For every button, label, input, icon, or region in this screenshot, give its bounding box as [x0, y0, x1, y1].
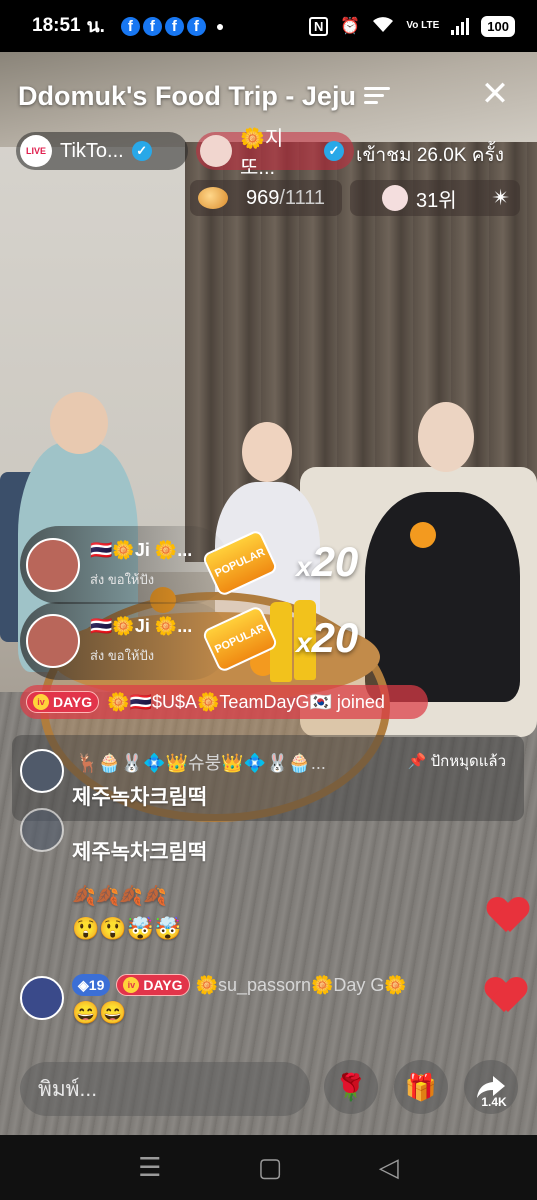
platform-chip-label: TikTo... [60, 139, 124, 162]
share-count: 1.4K [481, 1095, 507, 1109]
pin-icon: 📌 [407, 753, 427, 770]
ranking-avatar [382, 185, 408, 211]
recent-apps-icon[interactable]: ☰ [138, 1152, 161, 1183]
chat-message-text: 제주녹차크림떡 [72, 841, 208, 864]
planet-icon [198, 187, 228, 209]
chat-message-text: 🍂🍂🍂🍂 [72, 886, 167, 907]
facebook-icon: f [164, 16, 184, 36]
level-badge: ◈ 19 [72, 974, 111, 996]
live-header: Ddomuk's Food Trip - Jeju ✕ [18, 76, 518, 116]
rose-gift-button[interactable]: 🌹 [324, 1060, 378, 1114]
fan-club-icon: iv [33, 694, 49, 710]
gifter-avatar [26, 614, 80, 668]
avatar [20, 749, 64, 793]
chat-username: 🦌🧁🐰💠👑슈붕👑💠🐰🧁... [76, 753, 326, 773]
clock: 18:51 [32, 15, 81, 36]
rank-chip[interactable]: 969/1111 [190, 180, 342, 216]
chat-message-text: 제주녹차크림떡 [72, 786, 208, 809]
gift-caption: ส่ง ขอให้ปัง [90, 572, 155, 587]
avatar [20, 808, 64, 852]
orange-fruit [410, 522, 436, 548]
volte-icon: Vo LTE [406, 20, 440, 31]
clock-suffix: น. [86, 16, 105, 37]
gift-box-icon: 🎁 [404, 1071, 438, 1102]
signal-icon [451, 17, 470, 35]
gift-button[interactable]: 🎁 [394, 1060, 448, 1114]
like-heart-icon [488, 898, 528, 934]
host-name: 🌼지또... [240, 128, 284, 179]
chat-user-badges: ◈ 19 iv DAYG 🌼su_passorn🌼Day G🌼 [72, 974, 407, 996]
close-button[interactable]: ✕ [478, 77, 512, 112]
streamer-3-head [418, 402, 474, 472]
live-title[interactable]: Ddomuk's Food Trip - Jeju [18, 81, 356, 112]
like-heart-icon [486, 978, 526, 1014]
home-icon[interactable]: ▢ [258, 1152, 283, 1183]
streamer-2-head [242, 422, 292, 482]
fan-club-icon: iv [123, 977, 140, 993]
battery-icon: 100 [481, 15, 515, 37]
gifter-name: 🇹🇭🌼Ji 🌼... [90, 540, 193, 560]
rose-icon: 🌹 [334, 1071, 368, 1102]
alarm-icon: ⏰ [340, 18, 361, 35]
status-bar: 18:51 น. f f f f ● N ⏰ Vo LTE 100 [0, 0, 537, 52]
facebook-icon: f [142, 16, 162, 36]
ranking-chip[interactable]: 31위 ✴ [350, 180, 520, 216]
more-notifications-dot-icon: ● [215, 18, 225, 34]
streamer-1-head [50, 392, 108, 454]
system-navigation-bar: ☰ ▢ ◁ [0, 1135, 537, 1200]
platform-chip[interactable]: LIVE TikTo... ✓ [16, 132, 188, 170]
gift-combo-count: x20 [296, 538, 359, 585]
chat-username: 🌼su_passorn🌼Day G🌼 [195, 974, 407, 995]
chat-message-text: 😲😲🤯🤯 [72, 916, 182, 941]
fan-club-tag: iv DAYG [26, 691, 100, 713]
gifter-name: 🇹🇭🌼Ji 🌼... [90, 616, 193, 636]
nfc-icon: N [309, 16, 329, 36]
avatar [20, 976, 64, 1020]
verified-icon: ✓ [324, 141, 344, 161]
fan-club-tag: iv DAYG [116, 974, 190, 996]
gifter-avatar [26, 538, 80, 592]
host-avatar [200, 135, 232, 167]
gift-caption: ส่ง ขอให้ปัง [90, 648, 155, 663]
verified-icon: ✓ [131, 141, 152, 161]
gift-combo-count: x20 [296, 614, 359, 661]
back-icon[interactable]: ◁ [379, 1152, 399, 1183]
facebook-icon: f [120, 16, 140, 36]
chat-message-text: 😄😄 [72, 1000, 127, 1025]
facebook-icon: f [186, 16, 206, 36]
comment-input[interactable]: พิมพ์... [20, 1062, 310, 1116]
pinned-message[interactable]: 🦌🧁🐰💠👑슈붕👑💠🐰🧁... 📌 ปักหมุดแล้ว 제주녹차크림떡 [12, 735, 524, 821]
user-joined-banner[interactable]: iv DAYG 🌼🇹🇭$U$A🌼TeamDayG🇰🇷 joined [20, 685, 428, 719]
gift-banner[interactable]: 🇹🇭🌼Ji 🌼... ส่ง ขอให้ปัง [20, 526, 230, 604]
notification-icons: f f f f [120, 16, 206, 36]
pinned-label: 📌 ปักหมุดแล้ว [407, 753, 506, 770]
host-chip[interactable]: 🌼지또... ✓ [196, 128, 354, 179]
joined-text: 🌼🇹🇭$U$A🌼TeamDayG🇰🇷 joined [107, 691, 385, 712]
viewer-count[interactable]: เข้าชม 26.0K ครั้ง [356, 140, 504, 170]
streamer-3-body [365, 492, 520, 702]
topic-menu-icon[interactable] [363, 85, 390, 107]
star-decoration-icon: ✴ [491, 185, 510, 210]
tiktok-live-icon: LIVE [20, 135, 52, 167]
ranking-value: 31위 [416, 189, 457, 212]
wifi-icon [372, 15, 394, 38]
gift-banner[interactable]: 🇹🇭🌼Ji 🌼... ส่ง ขอให้ปัง [20, 602, 230, 680]
rank-total: /1111 [279, 186, 325, 209]
rank-current: 969 [246, 186, 280, 209]
